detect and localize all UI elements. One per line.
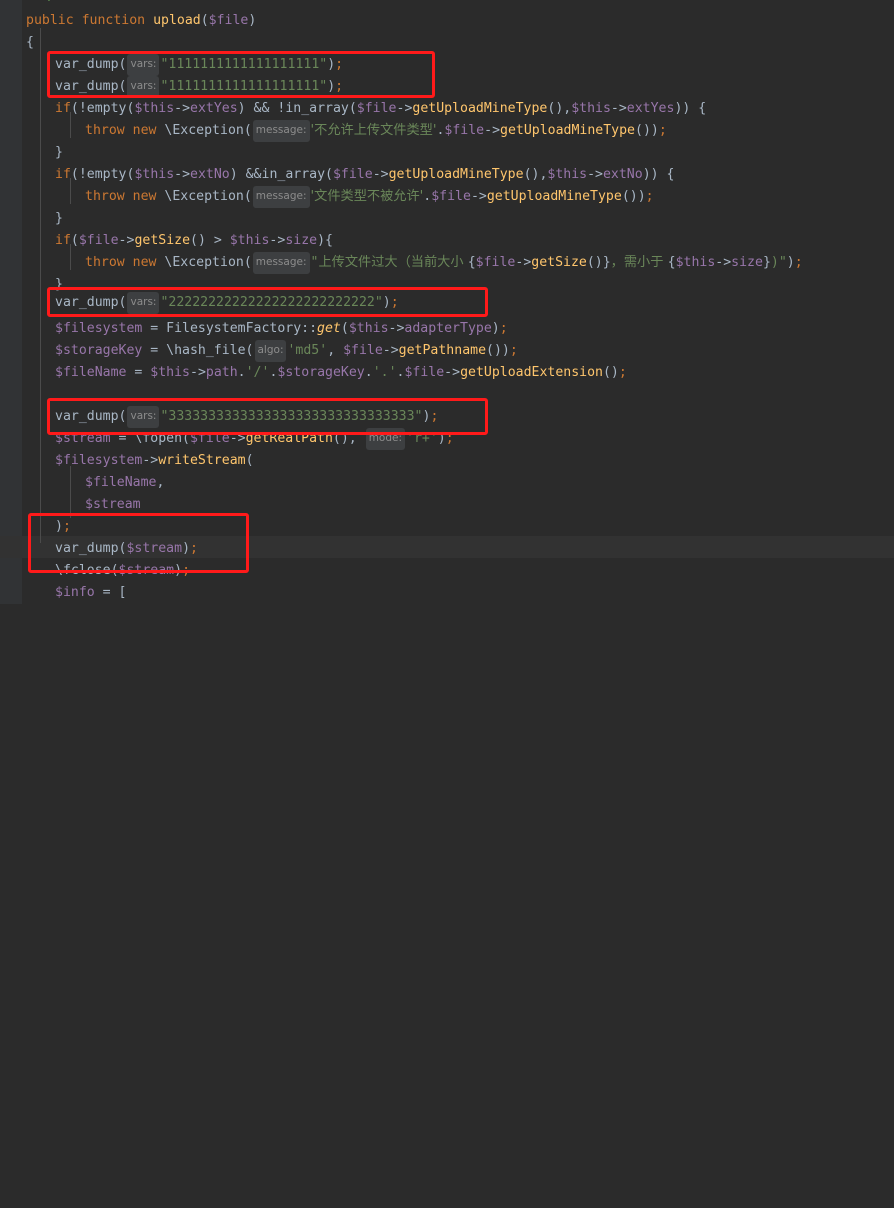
code-line[interactable]: if(!empty($this->extNo) &&in_array($file… [0,164,894,186]
code-line[interactable]: if($file->getSize() > $this->size){ [0,230,894,252]
inlay-hint-message: message: [252,120,310,142]
code-line[interactable]: $stream [0,494,894,516]
code-line-blank[interactable] [0,384,894,406]
string-twos: "22222222222222222222222222" [160,295,383,310]
code-editor[interactable]: */ public function upload($file) { var_d… [0,0,894,604]
inlay-hint-message: message: [252,186,310,208]
code-line[interactable]: } [0,208,894,230]
code-line[interactable]: */ [0,0,894,8]
code-line[interactable]: $stream = \fopen($file->getRealPath(), m… [0,428,894,450]
code-line[interactable]: if(!empty($this->extYes) && !in_array($f… [0,98,894,120]
code-line[interactable]: $fileName, [0,472,894,494]
code-line-vardump-4[interactable]: var_dump(vars: "3333333333333333333333333… [0,406,894,428]
code-line[interactable]: $fileName = $this->path.'/'.$storageKey.… [0,362,894,384]
code-line[interactable]: throw new \Exception(message: '不允许上传文件类型'… [0,120,894,142]
code-line[interactable]: ); [0,516,894,538]
code-line[interactable]: $filesystem = FilesystemFactory::get($th… [0,318,894,340]
inlay-hint-algo: algo: [254,340,287,362]
inlay-hint-message: message: [252,252,310,274]
code-line[interactable]: } [0,142,894,164]
inlay-hint-vars: vars: [127,54,160,76]
code-line[interactable]: $storageKey = \hash_file(algo:'md5', $fi… [0,340,894,362]
code-line[interactable]: { [0,32,894,54]
string-ones-a: "1111111111111111111" [160,57,328,72]
string-mode: 'r+' [406,431,438,446]
code-content[interactable]: */ public function upload($file) { var_d… [0,0,894,604]
code-line[interactable]: \fclose($stream); [0,560,894,582]
comment-token: */ [40,0,56,4]
inlay-hint-mode: mode: [365,428,406,450]
code-line[interactable]: throw new \Exception(message: "上传文件过大（当前大… [0,252,894,274]
code-line[interactable]: public function upload($file) [0,10,894,32]
code-line-vardump-2[interactable]: var_dump(vars: "1111111111111111111"); [0,76,894,98]
code-line[interactable]: $filesystem->writeStream( [0,450,894,472]
code-line-vardump-3[interactable]: var_dump(vars: "2222222222222222222222222… [0,292,894,314]
code-line[interactable]: $info = [ [0,582,894,604]
string-ones-b: "1111111111111111111" [160,79,328,94]
string-threes: "3333333333333333333333333333333" [160,409,423,424]
string-msg-forbidden: 文件类型不被允许 [314,189,420,204]
code-line[interactable]: throw new \Exception(message: '文件类型不被允许'.… [0,186,894,208]
string-msg-not-allowed: 不允许上传文件类型 [314,123,433,138]
code-line-vardump-stream[interactable]: var_dump($stream); [0,538,894,560]
inlay-hint-vars: vars: [127,292,160,314]
inlay-hint-vars: vars: [127,76,160,98]
inlay-hint-vars: vars: [127,406,160,428]
code-line-vardump-1[interactable]: var_dump(vars: "1111111111111111111"); [0,54,894,76]
string-md5: 'md5' [287,343,328,358]
